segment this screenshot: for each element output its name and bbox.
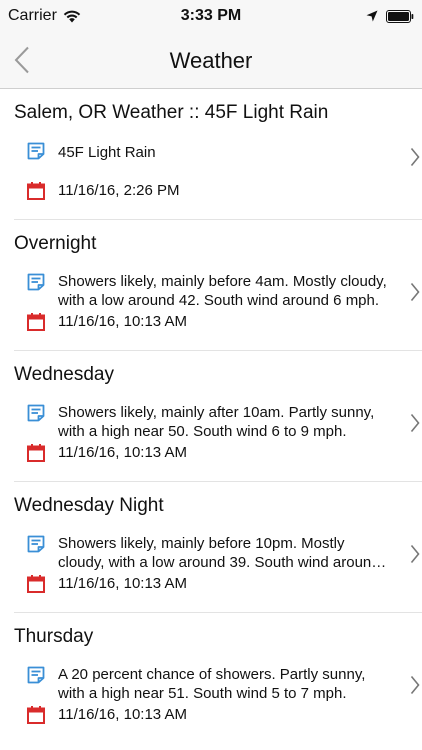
note-icon: [27, 273, 45, 291]
status-bar: Carrier 3:33 PM: [0, 0, 422, 32]
forecast-section-current: Salem, OR Weather :: 45F Light Rain 45F …: [14, 89, 422, 220]
section-title: Salem, OR Weather :: 45F Light Rain: [14, 102, 329, 123]
carrier-label: Carrier: [8, 7, 57, 24]
forecast-description: 45F Light Rain: [58, 144, 156, 161]
forecast-row[interactable]: A 20 percent chance of showers. Partly s…: [14, 665, 422, 735]
calendar-icon: [27, 575, 45, 593]
calendar-icon: [27, 313, 45, 331]
calendar-icon: [27, 706, 45, 724]
forecast-description: Showers likely, mainly before 10pm. Most…: [58, 535, 393, 571]
note-icon: [27, 666, 45, 684]
calendar-icon: [27, 182, 45, 200]
chevron-left-icon: [14, 46, 29, 74]
forecast-row[interactable]: Showers likely, mainly before 10pm. Most…: [14, 534, 422, 604]
chevron-right-icon: [410, 282, 420, 302]
forecast-date: 11/16/16, 2:26 PM: [58, 182, 180, 199]
forecast-section-overnight: Overnight Showers likely, mainly before …: [14, 220, 422, 351]
navigation-bar: Weather: [0, 32, 422, 89]
forecast-description: A 20 percent chance of showers. Partly s…: [58, 666, 366, 702]
forecast-date: 11/16/16, 10:13 AM: [58, 575, 187, 592]
forecast-row[interactable]: 45F Light Rain 11/16/16, 2:26 PM: [14, 141, 422, 211]
forecast-description: Showers likely, mainly before 4am. Mostl…: [58, 273, 387, 309]
location-arrow-icon: [366, 10, 378, 22]
section-title: Wednesday: [14, 364, 114, 385]
page-title: Weather: [169, 48, 253, 73]
forecast-section-thursday: Thursday A 20 percent chance of showers.…: [14, 613, 422, 744]
section-title: Wednesday Night: [14, 495, 164, 516]
wifi-icon: [63, 10, 81, 22]
battery-icon: [386, 9, 414, 23]
note-icon: [27, 535, 45, 553]
forecast-row[interactable]: Showers likely, mainly before 4am. Mostl…: [14, 272, 422, 342]
forecast-description: Showers likely, mainly after 10am. Partl…: [58, 404, 375, 440]
section-title: Overnight: [14, 233, 97, 254]
calendar-icon: [27, 444, 45, 462]
section-title: Thursday: [14, 626, 94, 647]
chevron-right-icon: [410, 413, 420, 433]
forecast-row[interactable]: Showers likely, mainly after 10am. Partl…: [14, 403, 422, 473]
back-button[interactable]: [6, 42, 38, 78]
note-icon: [27, 404, 45, 422]
forecast-section-wednesday-night: Wednesday Night Showers likely, mainly b…: [14, 482, 422, 613]
status-right: [366, 9, 414, 23]
status-left: Carrier: [8, 7, 81, 25]
chevron-right-icon: [410, 147, 420, 167]
forecast-section-wednesday: Wednesday Showers likely, mainly after 1…: [14, 351, 422, 482]
chevron-right-icon: [410, 544, 420, 564]
note-icon: [27, 142, 45, 160]
forecast-date: 11/16/16, 10:13 AM: [58, 444, 187, 461]
forecast-date: 11/16/16, 10:13 AM: [58, 313, 187, 330]
chevron-right-icon: [410, 675, 420, 695]
forecast-date: 11/16/16, 10:13 AM: [58, 706, 187, 723]
forecast-list: Salem, OR Weather :: 45F Light Rain 45F …: [0, 89, 422, 750]
